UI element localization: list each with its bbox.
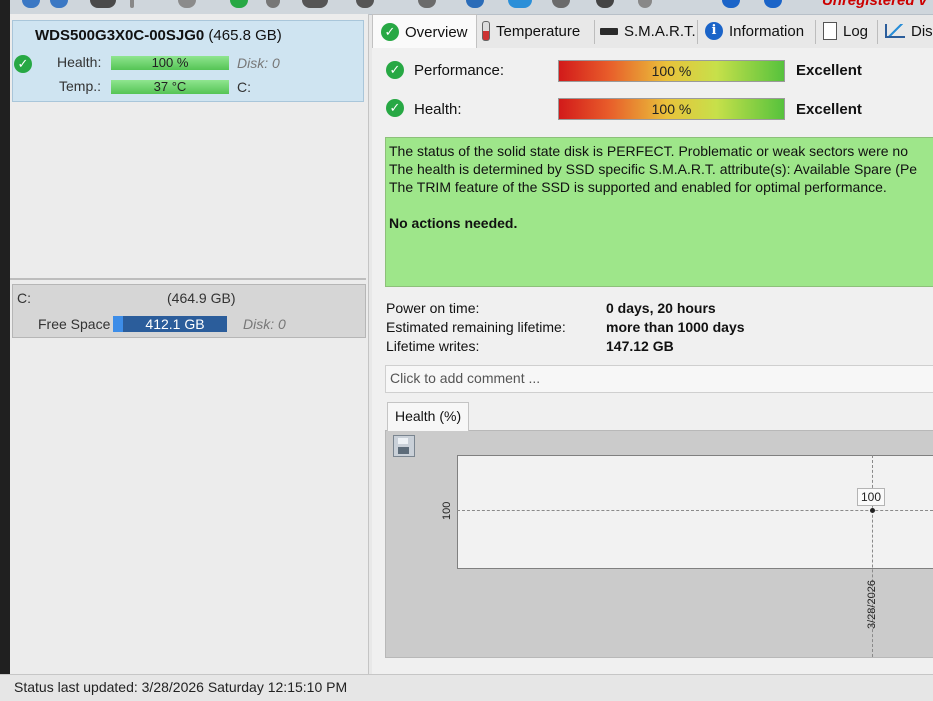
disk-temp-drive: C: — [237, 79, 251, 95]
tab-smart-label: S.M.A.R.T. — [624, 22, 696, 40]
status-text: Status last updated: 3/28/2026 Saturday … — [14, 679, 348, 695]
writes-value: 147.12 GB — [606, 338, 674, 354]
tab-information-label: Information — [729, 22, 805, 40]
tab-temperature-label: Temperature — [496, 22, 581, 40]
toolbar-icon-14[interactable] — [596, 0, 614, 8]
partition-disk: Disk: 0 — [243, 316, 286, 332]
info-icon: i — [705, 22, 723, 40]
performance-ok-icon: ✓ — [386, 61, 404, 79]
window-edge — [0, 0, 10, 700]
tab-separator — [877, 20, 878, 44]
tab-separator — [697, 20, 698, 44]
performance-rating: Excellent — [796, 62, 862, 79]
panel-divider — [10, 278, 366, 280]
tab-information[interactable]: i Information — [705, 14, 804, 48]
disk-temp-label: Temp.: — [59, 78, 102, 94]
performance-gauge: 100 % — [558, 60, 785, 82]
free-space-label: Free Space — [38, 316, 111, 332]
document-icon — [823, 22, 837, 40]
toolbar-icon-12[interactable] — [508, 0, 532, 8]
power-on-label: Power on time: — [386, 300, 480, 316]
disk-size: (465.8 GB) — [208, 27, 282, 44]
toolbar-icon-10[interactable] — [418, 0, 436, 8]
partition-card[interactable]: C: (464.9 GB) Free Space 412.1 GB Disk: … — [12, 284, 366, 338]
toolbar-icon-7[interactable] — [266, 0, 280, 8]
toolbar-icon-5[interactable] — [178, 0, 196, 8]
partition-letter: C: — [17, 290, 31, 306]
check-icon: ✓ — [381, 23, 399, 41]
health-label: Health: — [414, 101, 462, 118]
toolbar-icon-9[interactable] — [356, 0, 374, 8]
free-space-bar: 412.1 GB — [123, 316, 227, 332]
writes-label: Lifetime writes: — [386, 338, 480, 354]
tab-health-chart[interactable]: Health (%) — [387, 402, 469, 431]
disk-title: WDS500G3X0C-00SJG0 (465.8 GB) — [35, 27, 282, 44]
comment-placeholder: Click to add comment ... — [390, 370, 541, 386]
toolbar-icon-4[interactable] — [130, 0, 134, 8]
toolbar-icon-6[interactable] — [230, 0, 248, 8]
toolbar: Unregistered v — [0, 0, 933, 15]
toolbar-icon-2[interactable] — [50, 0, 68, 8]
power-on-value: 0 days, 20 hours — [606, 300, 716, 316]
disk-card[interactable]: WDS500G3X0C-00SJG0 (465.8 GB) ✓ Health: … — [12, 20, 364, 102]
lifetime-label: Estimated remaining lifetime: — [386, 319, 566, 335]
toolbar-icon-13[interactable] — [552, 0, 570, 8]
status-message-action: No actions needed. — [389, 215, 518, 231]
partition-size: (464.9 GB) — [167, 290, 236, 306]
toolbar-icon-11[interactable] — [466, 0, 484, 8]
tab-distribution-label: Dis — [911, 22, 933, 40]
toolbar-icon-1[interactable] — [22, 0, 40, 8]
tab-overview-label: Overview — [405, 23, 468, 41]
tab-overview[interactable]: ✓ Overview — [372, 14, 477, 49]
health-rating: Excellent — [796, 101, 862, 118]
status-bar: Status last updated: 3/28/2026 Saturday … — [0, 674, 933, 701]
status-message-line-1: The status of the solid state disk is PE… — [389, 143, 908, 159]
performance-label: Performance: — [414, 62, 505, 79]
tab-separator — [815, 20, 816, 44]
tab-log[interactable]: Log — [823, 14, 868, 48]
comment-field[interactable]: Click to add comment ... — [385, 365, 933, 393]
chart-icon — [885, 24, 905, 38]
tab-distribution[interactable]: Dis — [885, 14, 933, 48]
status-message-box: The status of the solid state disk is PE… — [385, 137, 933, 287]
lifetime-value: more than 1000 days — [606, 319, 745, 335]
ssd-icon — [600, 27, 618, 35]
health-ok-icon: ✓ — [386, 99, 404, 117]
disk-health-label: Health: — [57, 54, 102, 70]
thermometer-icon — [482, 21, 490, 41]
device-panel — [0, 14, 369, 674]
disk-temp-bar: 37 °C — [111, 80, 229, 94]
tab-bar: ✓ Overview Temperature S.M.A.R.T. i Info… — [372, 14, 933, 49]
health-ok-icon: ✓ — [14, 55, 32, 73]
chart-tab-label: Health (%) — [395, 408, 462, 424]
tab-smart[interactable]: S.M.A.R.T. — [600, 14, 696, 48]
disk-health-bar: 100 % — [111, 56, 229, 70]
disk-model: WDS500G3X0C-00SJG0 — [35, 27, 205, 44]
save-icon[interactable] — [393, 435, 415, 457]
toolbar-icon-8[interactable] — [302, 0, 328, 8]
unregistered-label: Unregistered v — [821, 0, 927, 9]
status-message-line-2: The health is determined by SSD specific… — [389, 161, 918, 177]
free-space-used-segment — [113, 316, 123, 332]
tab-log-label: Log — [843, 22, 869, 40]
health-gauge: 100 % — [558, 98, 785, 120]
tab-separator — [594, 20, 595, 44]
toolbar-icon-3[interactable] — [90, 0, 116, 8]
status-message-line-3: The TRIM feature of the SSD is supported… — [389, 179, 887, 195]
tab-temperature[interactable]: Temperature — [482, 14, 580, 48]
toolbar-icon-16[interactable] — [722, 0, 740, 8]
toolbar-icon-17[interactable] — [764, 0, 782, 8]
toolbar-icon-15[interactable] — [638, 0, 652, 8]
health-chart-plot — [457, 455, 933, 569]
disk-health-disk: Disk: 0 — [237, 55, 280, 71]
